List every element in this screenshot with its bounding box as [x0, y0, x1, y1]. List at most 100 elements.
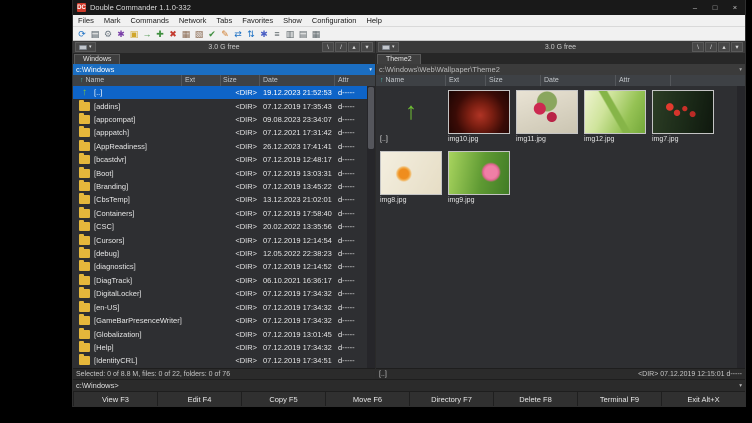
- run-terminal-icon[interactable]: ▤: [89, 28, 101, 40]
- column-header-size[interactable]: Size: [486, 75, 541, 86]
- column-header-attr[interactable]: Attr: [335, 75, 375, 86]
- thumbnail-item[interactable]: img9.jpg: [448, 151, 512, 204]
- column-header-name[interactable]: ↑Name: [376, 75, 446, 86]
- history-button[interactable]: ▾: [361, 42, 373, 52]
- up-button[interactable]: ▴: [348, 42, 360, 52]
- thumbnail-item[interactable]: img7.jpg: [652, 90, 716, 143]
- file-row[interactable]: [Cursors] <DIR> 07.12.2019 12:14:54 d---…: [73, 233, 367, 246]
- root-button[interactable]: \: [692, 42, 704, 52]
- command-history-button[interactable]: ▾: [739, 383, 742, 389]
- file-icon: [79, 102, 90, 111]
- pack-icon[interactable]: ▦: [180, 28, 192, 40]
- column-header-size[interactable]: Size: [221, 75, 260, 86]
- copy-icon[interactable]: ▣: [128, 28, 140, 40]
- refresh-icon[interactable]: ⟳: [76, 28, 88, 40]
- menu-commands[interactable]: Commands: [126, 16, 174, 25]
- test-archive-icon[interactable]: ✔: [206, 28, 218, 40]
- file-row[interactable]: [DigitalLocker] <DIR> 07.12.2019 17:34:3…: [73, 287, 367, 300]
- extract-icon[interactable]: ▧: [193, 28, 205, 40]
- multi-rename-icon[interactable]: ✱: [258, 28, 270, 40]
- file-row[interactable]: [AppReadiness] <DIR> 26.12.2023 17:41:41…: [73, 140, 367, 153]
- thumbnail-item[interactable]: img8.jpg: [380, 151, 444, 204]
- properties-icon[interactable]: ✎: [219, 28, 231, 40]
- menu-show[interactable]: Show: [278, 16, 307, 25]
- path-history-button[interactable]: ▾: [369, 67, 372, 73]
- column-header-date[interactable]: Date: [541, 75, 616, 86]
- drive-selector[interactable]: ▾: [75, 42, 96, 52]
- options-icon[interactable]: ⚙: [102, 28, 114, 40]
- terminal-f9-button[interactable]: Terminal F9: [577, 392, 661, 406]
- move-icon[interactable]: →: [141, 28, 153, 40]
- left-path-bar[interactable]: c:\Windows ▾: [73, 64, 375, 75]
- file-row[interactable]: [en-US] <DIR> 07.12.2019 17:34:32 d-----: [73, 301, 367, 314]
- thumbnails-view-icon[interactable]: ▦: [310, 28, 322, 40]
- tab-windows[interactable]: Windows: [74, 54, 120, 64]
- command-line[interactable]: c:\Windows> ▾: [73, 379, 745, 391]
- thumbnail-item[interactable]: img10.jpg: [448, 90, 512, 143]
- brief-view-icon[interactable]: ▥: [284, 28, 296, 40]
- sort-up-icon: ↑: [80, 77, 84, 84]
- view-f3-button[interactable]: View F3: [73, 392, 157, 406]
- full-view-icon[interactable]: ▤: [297, 28, 309, 40]
- column-header-date[interactable]: Date: [260, 75, 335, 86]
- new-folder-icon[interactable]: ✚: [154, 28, 166, 40]
- tab-theme2[interactable]: Theme2: [377, 54, 421, 64]
- file-row[interactable]: [Help] <DIR> 07.12.2019 17:34:32 d-----: [73, 341, 367, 354]
- thumbnail-item[interactable]: img12.jpg: [584, 90, 648, 143]
- file-row[interactable]: [GameBarPresenceWriter] <DIR> 07.12.2019…: [73, 314, 367, 327]
- directory-f7-button[interactable]: Directory F7: [409, 392, 493, 406]
- file-row[interactable]: [DiagTrack] <DIR> 06.10.2021 16:36:17 d-…: [73, 274, 367, 287]
- edit-f4-button[interactable]: Edit F4: [157, 392, 241, 406]
- file-row[interactable]: [CSC] <DIR> 20.02.2022 13:35:56 d-----: [73, 220, 367, 233]
- tree-view-icon[interactable]: ≡: [271, 28, 283, 40]
- menu-files[interactable]: Files: [73, 16, 99, 25]
- file-row[interactable]: [Boot] <DIR> 07.12.2019 13:03:31 d-----: [73, 166, 367, 179]
- move-f6-button[interactable]: Move F6: [325, 392, 409, 406]
- drive-selector[interactable]: ▾: [378, 42, 399, 52]
- file-row[interactable]: ↑ [..] <DIR> 19.12.2023 21:52:53 d-----: [73, 86, 367, 99]
- parent-button[interactable]: /: [335, 42, 347, 52]
- file-row[interactable]: [Containers] <DIR> 07.12.2019 17:58:40 d…: [73, 207, 367, 220]
- file-row[interactable]: [addins] <DIR> 07.12.2019 17:35:43 d----…: [73, 99, 367, 112]
- root-button[interactable]: \: [322, 42, 334, 52]
- scrollbar-thumb[interactable]: [368, 87, 374, 149]
- column-header-attr[interactable]: Attr: [616, 75, 671, 86]
- find-files-icon[interactable]: ✱: [115, 28, 127, 40]
- minimize-button[interactable]: –: [685, 0, 705, 15]
- maximize-button[interactable]: □: [705, 0, 725, 15]
- history-button[interactable]: ▾: [731, 42, 743, 52]
- file-row[interactable]: [debug] <DIR> 12.05.2022 22:38:23 d-----: [73, 247, 367, 260]
- file-row[interactable]: [IdentityCRL] <DIR> 07.12.2019 17:34:51 …: [73, 354, 367, 367]
- exit-altx-button[interactable]: Exit Alt+X: [661, 392, 745, 406]
- thumbnail-item[interactable]: ↑ [..]: [380, 90, 444, 143]
- menu-tabs[interactable]: Tabs: [211, 16, 237, 25]
- menu-configuration[interactable]: Configuration: [307, 16, 362, 25]
- menu-favorites[interactable]: Favorites: [237, 16, 278, 25]
- sync-dirs-icon[interactable]: ⇅: [245, 28, 257, 40]
- file-row[interactable]: [CbsTemp] <DIR> 13.12.2023 21:02:01 d---…: [73, 193, 367, 206]
- file-row[interactable]: [apppatch] <DIR> 07.12.2021 17:31:42 d--…: [73, 126, 367, 139]
- column-header-ext[interactable]: Ext: [446, 75, 486, 86]
- column-header-name[interactable]: ↑Name: [73, 75, 182, 86]
- right-path-bar[interactable]: c:\Windows\Web\Wallpaper\Theme2 ▾: [376, 64, 745, 75]
- thumbnail-item[interactable]: img11.jpg: [516, 90, 580, 143]
- column-header-ext[interactable]: Ext: [182, 75, 221, 86]
- file-row[interactable]: [Branding] <DIR> 07.12.2019 13:45:22 d--…: [73, 180, 367, 193]
- path-history-button[interactable]: ▾: [739, 67, 742, 73]
- file-row[interactable]: [diagnostics] <DIR> 07.12.2019 12:14:52 …: [73, 260, 367, 273]
- close-button[interactable]: ×: [725, 0, 745, 15]
- compare-icon[interactable]: ⇄: [232, 28, 244, 40]
- copy-f5-button[interactable]: Copy F5: [241, 392, 325, 406]
- right-scrollbar[interactable]: [737, 86, 745, 368]
- menu-network[interactable]: Network: [174, 16, 212, 25]
- left-scrollbar[interactable]: [367, 86, 375, 368]
- file-row[interactable]: [bcastdvr] <DIR> 07.12.2019 12:48:17 d--…: [73, 153, 367, 166]
- menu-help[interactable]: Help: [361, 16, 386, 25]
- parent-button[interactable]: /: [705, 42, 717, 52]
- file-row[interactable]: [appcompat] <DIR> 09.08.2023 23:34:07 d-…: [73, 113, 367, 126]
- up-button[interactable]: ▴: [718, 42, 730, 52]
- delete-f8-button[interactable]: Delete F8: [493, 392, 577, 406]
- delete-icon[interactable]: ✖: [167, 28, 179, 40]
- file-row[interactable]: [Globalization] <DIR> 07.12.2019 13:01:4…: [73, 327, 367, 340]
- menu-mark[interactable]: Mark: [99, 16, 126, 25]
